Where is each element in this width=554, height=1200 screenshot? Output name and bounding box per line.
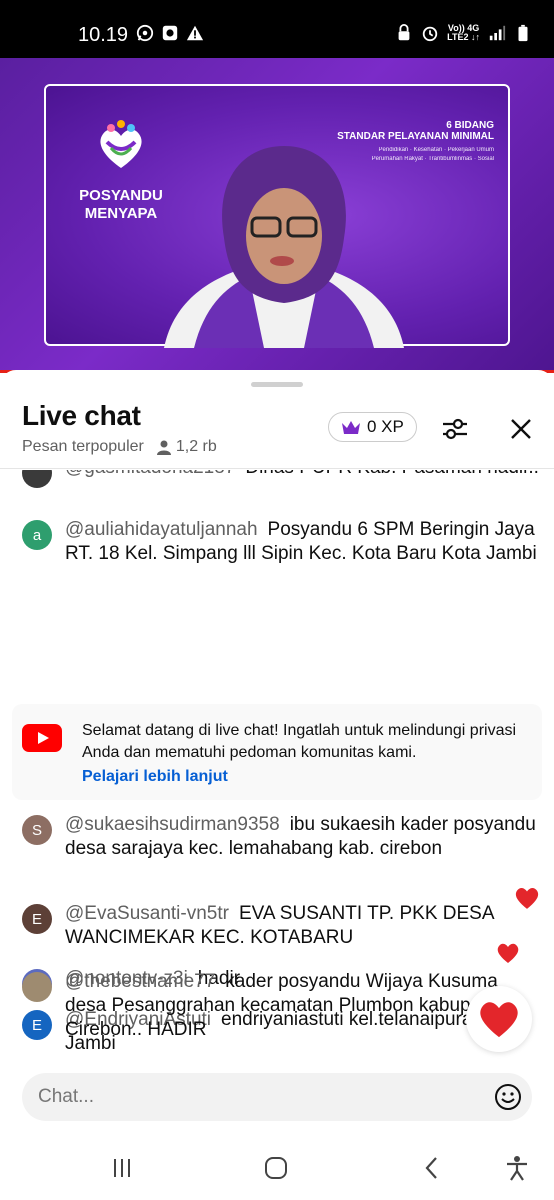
- message-body: Dinas PUPR Kab. Pasaman hadir..: [245, 470, 539, 478]
- home-icon[interactable]: [262, 1154, 290, 1182]
- network-label-2: LTE2 ↓↑: [447, 32, 480, 42]
- spm-info: 6 BIDANG STANDAR PELAYANAN MINIMAL Pendi…: [304, 120, 494, 162]
- avatar-letter: S: [31, 821, 42, 839]
- accessibility-icon[interactable]: [503, 1154, 531, 1182]
- alarm-icon: [422, 26, 438, 42]
- message-text: @auliahidayatuljannah Posyandu 6 SPM Beri…: [65, 518, 540, 566]
- chat-message: @thebestname77 kader posyandu Wijaya Kusu…: [22, 970, 542, 1050]
- floating-heart-icon: [515, 887, 539, 909]
- xp-label: 0 XP: [367, 417, 404, 436]
- avatar[interactable]: E: [22, 904, 52, 934]
- posyandu-logo-icon: [100, 120, 142, 168]
- heart-icon: [480, 1002, 518, 1038]
- spm-fields-row1: Pendidikan · Kesehatan · Pekerjaan Umum: [378, 147, 494, 153]
- avatar[interactable]: a: [22, 520, 52, 550]
- xp-button[interactable]: 0 XP: [328, 412, 417, 442]
- heart-reaction-button[interactable]: [466, 986, 532, 1052]
- chat-input[interactable]: [38, 1073, 478, 1121]
- warning-icon: [186, 25, 204, 41]
- status-time: 10.19: [78, 24, 129, 46]
- chat-subtitle: Pesan terpopuler 1,2 rb: [22, 438, 217, 456]
- learn-more-link[interactable]: Pelajari lebih lanjut: [82, 768, 228, 786]
- spm-fields-row2: Perumahan Rakyat · Trantibumlinmas · Sos…: [371, 156, 494, 162]
- field-pendidikan: Pendidikan: [378, 147, 409, 153]
- back-icon[interactable]: [418, 1154, 446, 1182]
- message-author[interactable]: @EvaSusanti-vn5tr: [65, 903, 229, 924]
- recent-apps-icon[interactable]: [108, 1154, 136, 1182]
- sort-label[interactable]: Pesan terpopuler: [22, 438, 144, 456]
- message-author[interactable]: @thebestname77: [65, 971, 215, 992]
- avatar[interactable]: S: [22, 815, 52, 845]
- whatsapp-icon: [136, 24, 154, 42]
- message-text: @gasmitadona2187 Dinas PUPR Kab. Pasaman …: [65, 470, 540, 480]
- video-frame: POSYANDU MENYAPA 6 BIDANG STANDAR PELAYA…: [44, 84, 510, 348]
- chat-input-box[interactable]: [22, 1073, 532, 1121]
- chat-message-list[interactable]: @gasmitadona2187 Dinas PUPR Kab. Pasaman …: [0, 470, 554, 1055]
- emoji-icon[interactable]: [494, 1083, 522, 1111]
- field-sosial: Sosial: [477, 156, 494, 162]
- avatar-letter: a: [32, 526, 42, 544]
- live-chat-panel: Live chat Pesan terpopuler 1,2 rb 0 XP @…: [0, 370, 554, 1200]
- youtube-logo-icon: [22, 724, 62, 752]
- header-divider: [0, 468, 554, 469]
- field-kesehatan: Kesehatan: [413, 147, 443, 153]
- spm-heading1: 6 BIDANG: [446, 120, 494, 131]
- message-text: @sukaesihsudirman9358 ibu sukaesih kader …: [65, 813, 540, 861]
- field-perumahan-rakyat: Perumahan Rakyat: [371, 156, 423, 162]
- speaker-figure: [164, 146, 404, 348]
- system-nav-bar: [0, 1134, 554, 1200]
- close-icon[interactable]: [506, 414, 536, 444]
- battery-icon: [518, 24, 528, 42]
- message-text: @EvaSusanti-vn5tr EVA SUSANTI TP. PKK DES…: [65, 902, 540, 950]
- message-author[interactable]: @gasmitadona2187: [65, 470, 235, 478]
- spm-heading2: STANDAR PELAYANAN MINIMAL: [337, 131, 494, 142]
- avatar-letter: E: [31, 910, 42, 928]
- chat-welcome-notice: Selamat datang di live chat! Ingatlah un…: [12, 704, 542, 800]
- chat-title: Live chat: [22, 400, 141, 431]
- avatar[interactable]: [22, 470, 52, 488]
- viewer-count: 1,2 rb: [156, 438, 217, 456]
- avatar[interactable]: [22, 972, 52, 1002]
- crown-icon: [342, 421, 360, 434]
- viewer-count-value: 1,2 rb: [175, 438, 217, 455]
- volte-icon: Vo)) 4G LTE2 ↓↑: [447, 24, 480, 42]
- message-author[interactable]: @sukaesihsudirman9358: [65, 814, 280, 835]
- person-icon: [156, 440, 171, 455]
- drag-handle[interactable]: [251, 382, 303, 387]
- field-trantibumlinmas: Trantibumlinmas: [428, 156, 473, 162]
- status-bar: 10.19 Vo)) 4G LTE2 ↓↑: [0, 0, 554, 58]
- field-pekerjaan-umum: Pekerjaan Umum: [447, 147, 494, 153]
- video-player[interactable]: POSYANDU MENYAPA 6 BIDANG STANDAR PELAYA…: [0, 58, 554, 373]
- image-icon: [162, 25, 178, 41]
- tune-icon[interactable]: [440, 414, 470, 444]
- notice-text: Selamat datang di live chat! Ingatlah un…: [82, 722, 517, 761]
- lock-icon: [398, 24, 410, 41]
- floating-heart-icon: [497, 943, 519, 963]
- signal-icon: [489, 25, 506, 41]
- message-author[interactable]: @auliahidayatuljannah: [65, 519, 258, 540]
